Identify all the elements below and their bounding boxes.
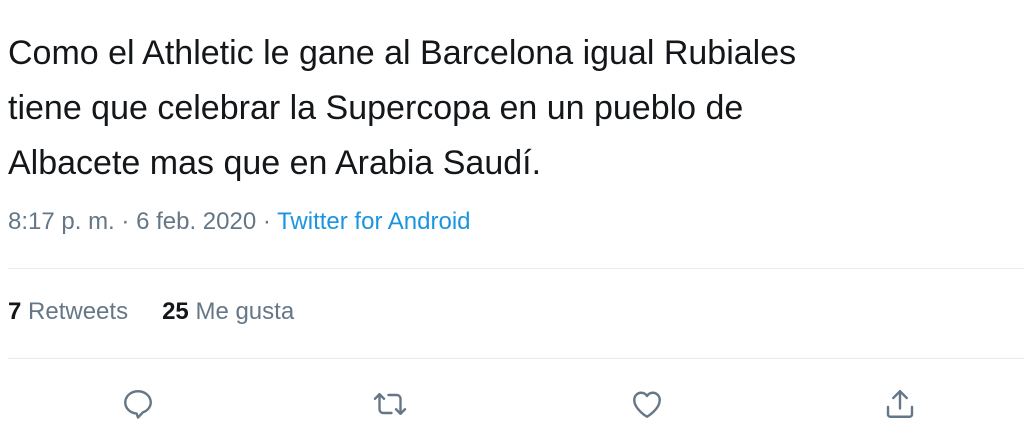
- reply-icon: [124, 390, 152, 419]
- divider: [8, 358, 1024, 359]
- like-button[interactable]: [627, 384, 667, 424]
- share-button[interactable]: [880, 384, 920, 424]
- tweet-text: Como el Athletic le gane al Barcelona ig…: [8, 34, 797, 182]
- retweets-label: Retweets: [21, 298, 129, 325]
- tweet-time[interactable]: 8:17 p. m.: [8, 208, 115, 235]
- reply-button[interactable]: [118, 384, 158, 424]
- tweet-source-link[interactable]: Twitter for Android: [277, 208, 470, 235]
- likes-stat[interactable]: 25 Me gusta: [162, 298, 294, 326]
- meta-separator: ·: [256, 208, 278, 235]
- tweet-meta: 8:17 p. m. · 6 feb. 2020 · Twitter for A…: [8, 208, 471, 236]
- heart-icon: [633, 391, 661, 418]
- divider: [8, 268, 1024, 269]
- tweet-actions: [0, 384, 1024, 424]
- tweet-stats: 7 Retweets 25 Me gusta: [8, 298, 294, 326]
- share-icon: [886, 390, 914, 418]
- meta-separator: ·: [114, 208, 137, 235]
- retweet-button[interactable]: [370, 384, 410, 424]
- likes-label: Me gusta: [188, 298, 295, 325]
- retweets-count: 7: [8, 298, 22, 325]
- retweet-icon: [373, 393, 407, 415]
- likes-count: 25: [162, 298, 189, 325]
- retweets-stat[interactable]: 7 Retweets: [8, 298, 128, 326]
- tweet-date[interactable]: 6 feb. 2020: [136, 208, 256, 235]
